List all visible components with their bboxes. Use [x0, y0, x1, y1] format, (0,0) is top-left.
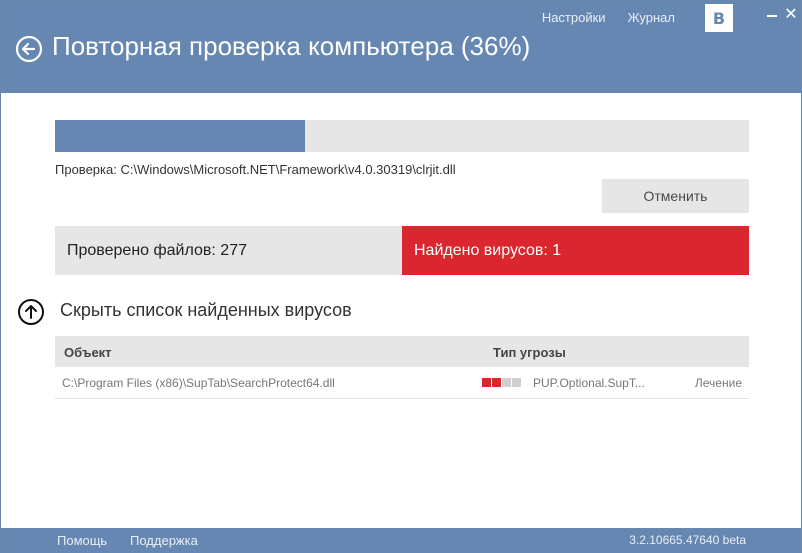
scan-progress-fill	[55, 120, 305, 152]
threat-table-header: Объект Тип угрозы	[55, 336, 749, 367]
column-object: Объект	[64, 345, 112, 360]
arrow-up-circle-icon[interactable]	[17, 298, 45, 326]
help-link[interactable]: Помощь	[57, 533, 107, 548]
vk-icon[interactable]: B	[705, 4, 733, 32]
threat-name: PUP.Optional.SupT...	[533, 376, 645, 390]
support-link[interactable]: Поддержка	[130, 533, 198, 548]
close-icon[interactable]: ✕	[783, 5, 799, 23]
header-bar: Настройки Журнал B ✕ Повторная проверка …	[1, 1, 801, 93]
files-checked-counter: Проверено файлов: 277	[55, 226, 402, 275]
severity-indicator	[482, 378, 521, 387]
page-title: Повторная проверка компьютера (36%)	[52, 31, 531, 61]
severity-segment	[512, 378, 521, 387]
settings-link[interactable]: Настройки	[542, 10, 606, 25]
app-window: Настройки Журнал B ✕ Повторная проверка …	[0, 0, 802, 553]
footer-bar: Помощь Поддержка 3.2.10665.47640 beta	[1, 528, 801, 553]
header-links: Настройки Журнал	[542, 10, 675, 25]
version-label: 3.2.10665.47640 beta	[629, 533, 746, 547]
severity-segment	[502, 378, 511, 387]
hide-virus-list-toggle[interactable]: Скрыть список найденных вирусов	[60, 300, 352, 321]
severity-segment	[482, 378, 491, 387]
threat-action-select[interactable]: Лечение	[695, 376, 742, 390]
cancel-button[interactable]: Отменить	[602, 179, 749, 213]
back-arrow-icon[interactable]	[15, 35, 43, 63]
severity-segment	[492, 378, 501, 387]
threat-object-path: C:\Program Files (x86)\SupTab\SearchProt…	[62, 376, 335, 390]
table-row[interactable]: C:\Program Files (x86)\SupTab\SearchProt…	[55, 367, 749, 399]
column-threat-type: Тип угрозы	[493, 345, 566, 360]
current-scan-path: Проверка: C:\Windows\Microsoft.NET\Frame…	[55, 162, 456, 177]
minimize-icon[interactable]	[765, 3, 779, 25]
journal-link[interactable]: Журнал	[628, 10, 675, 25]
viruses-found-counter: Найдено вирусов: 1	[402, 226, 749, 275]
scan-progress-bar	[55, 120, 749, 152]
